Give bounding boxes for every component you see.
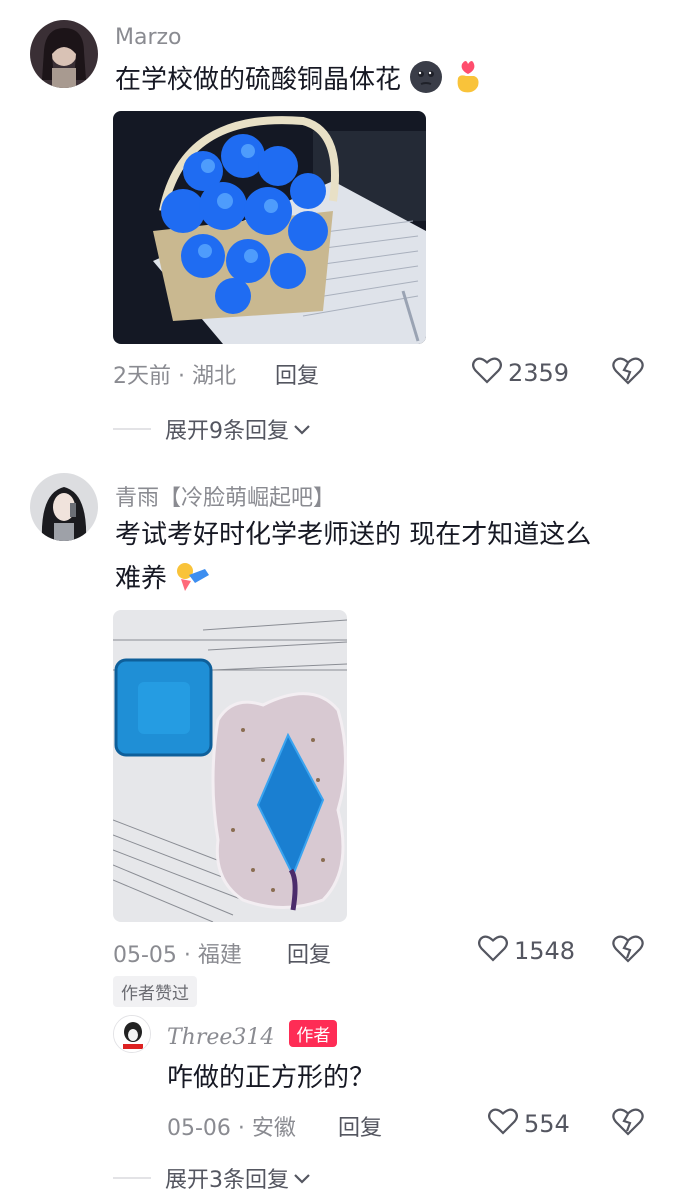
- like-count: 2359: [508, 359, 570, 387]
- reply-username[interactable]: Three314: [167, 1025, 274, 1050]
- author-tag: 作者: [289, 1020, 338, 1047]
- finger-heart-icon: [452, 58, 482, 108]
- reply-button[interactable]: 回复: [338, 1110, 382, 1142]
- chevron-down-icon: [293, 1166, 311, 1191]
- comment-text-line-content: 难养: [115, 564, 168, 594]
- broken-heart-icon: [612, 1108, 644, 1136]
- reply-button[interactable]: 回复: [287, 937, 331, 969]
- comment-marzo: Marzo 在学校做的硫酸铜晶体花 2天前 · 湖北 回复 2359 展开9条回…: [0, 0, 679, 460]
- comment-qingyu: 青雨【冷脸萌崛起吧】 考试考好时化学老师送的 现在才知道这么 难养 05-05 …: [0, 460, 679, 1200]
- reply-button[interactable]: 回复: [275, 358, 319, 390]
- expand-replies-label: 展开3条回复: [165, 1168, 289, 1193]
- comment-username[interactable]: Marzo: [115, 25, 182, 50]
- divider-line: [113, 1177, 151, 1179]
- avatar[interactable]: [30, 473, 98, 541]
- comment-text: 考试考好时化学老师送的 现在才知道这么 难养: [115, 513, 655, 607]
- reply-date-location: 05-06 · 安徽: [167, 1116, 296, 1141]
- reply-three314: Three314 作者 咋做的正方形的？ 05-06 · 安徽 回复 554: [0, 1010, 679, 1142]
- expand-replies-button[interactable]: 展开9条回复: [113, 413, 311, 445]
- comment-text: 在学校做的硫酸铜晶体花: [115, 58, 482, 108]
- dislike-button[interactable]: [612, 1107, 644, 1141]
- expand-replies-button[interactable]: 展开3条回复: [113, 1162, 311, 1194]
- reply-text: 咋做的正方形的？: [167, 1063, 376, 1093]
- chevron-down-icon: [293, 417, 311, 442]
- comment-photo[interactable]: [113, 610, 347, 922]
- divider-line: [113, 428, 151, 430]
- comment-username[interactable]: 青雨【冷脸萌崛起吧】: [115, 480, 335, 512]
- running-emoji-icon: [175, 561, 211, 607]
- like-count: 1548: [514, 937, 576, 965]
- expand-replies-label: 展开9条回复: [165, 419, 289, 444]
- comment-date-location: 2天前 · 湖北: [113, 364, 236, 389]
- broken-heart-icon: [612, 357, 644, 385]
- like-button[interactable]: 2359: [472, 356, 569, 390]
- heart-icon: [488, 1107, 518, 1141]
- like-button[interactable]: 1548: [478, 934, 575, 968]
- comment-text-line: 考试考好时化学老师送的 现在才知道这么: [115, 520, 592, 550]
- broken-heart-icon: [612, 935, 644, 963]
- moon-face-icon: [409, 60, 443, 108]
- heart-icon: [472, 356, 502, 390]
- comment-date-location: 05-05 · 福建: [113, 943, 242, 968]
- comment-photo[interactable]: [113, 111, 426, 344]
- avatar[interactable]: [30, 20, 98, 88]
- dislike-button[interactable]: [612, 356, 644, 390]
- author-liked-badge: 作者赞过: [113, 976, 197, 1007]
- like-count: 554: [524, 1110, 570, 1138]
- avatar[interactable]: [113, 1015, 151, 1053]
- comment-text-content: 在学校做的硫酸铜晶体花: [115, 65, 402, 95]
- like-button[interactable]: 554: [488, 1107, 570, 1141]
- reply-username-row: Three314 作者: [167, 1020, 338, 1050]
- dislike-button[interactable]: [612, 934, 644, 968]
- heart-icon: [478, 934, 508, 968]
- comment-text-line: 难养: [115, 557, 655, 607]
